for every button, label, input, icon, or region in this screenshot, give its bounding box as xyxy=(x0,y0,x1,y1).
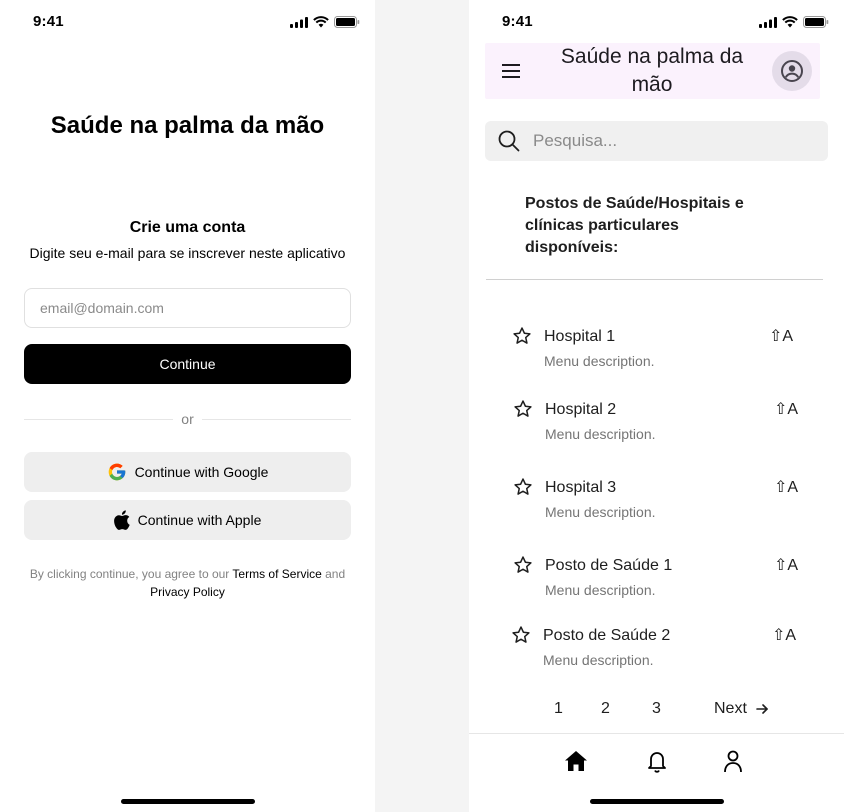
divider-line xyxy=(201,418,352,420)
divider-line xyxy=(24,418,174,420)
person-icon xyxy=(724,750,742,773)
list-item[interactable]: Posto de Saúde 2 Menu description. ⇧A xyxy=(469,625,844,681)
divider-text: or xyxy=(181,411,194,427)
item-description: Menu description. xyxy=(545,582,656,598)
item-title: Posto de Saúde 2 xyxy=(543,627,671,644)
item-description: Menu description. xyxy=(545,504,656,520)
account-avatar[interactable] xyxy=(772,51,812,91)
section-heading: Postos de Saúde/Hospitais e clínicas par… xyxy=(525,195,744,256)
pagination: 1 2 3 Next xyxy=(469,697,844,721)
item-title: Hospital 2 xyxy=(545,401,617,418)
privacy-policy-link[interactable]: Privacy Policy xyxy=(150,585,225,599)
list-item[interactable]: Hospital 1 Menu description. ⇧A xyxy=(469,326,844,382)
email-field[interactable] xyxy=(24,288,351,328)
continue-button[interactable]: Continue xyxy=(24,344,351,384)
signup-heading: Crie uma conta xyxy=(129,219,246,236)
item-shortcut: ⇧A xyxy=(774,479,799,496)
item-shortcut: ⇧A xyxy=(774,401,799,418)
battery-icon xyxy=(803,16,829,28)
section-divider xyxy=(486,279,823,280)
status-icons xyxy=(759,16,829,28)
page-2-link[interactable]: 2 xyxy=(601,697,610,721)
star-icon[interactable] xyxy=(513,477,533,497)
search-bar xyxy=(485,121,828,161)
continue-with-google-button[interactable]: Continue with Google xyxy=(24,452,351,492)
status-bar: 9:41 xyxy=(0,0,375,44)
signup-subtitle: Digite seu e-mail para se inscrever nest… xyxy=(29,245,346,261)
home-indicator xyxy=(121,799,255,804)
wifi-icon xyxy=(313,16,329,28)
status-time: 9:41 xyxy=(502,13,533,30)
item-description: Menu description. xyxy=(544,353,655,369)
item-description: Menu description. xyxy=(545,426,656,442)
app-title: Saúde na palma da mão xyxy=(50,112,325,139)
tab-home[interactable] xyxy=(561,746,591,776)
next-page-label: Next xyxy=(714,700,747,717)
tab-profile[interactable] xyxy=(718,746,748,776)
page-1-link[interactable]: 1 xyxy=(554,697,563,721)
next-page-button[interactable]: Next xyxy=(714,697,769,721)
wifi-icon xyxy=(782,16,798,28)
search-icon xyxy=(498,130,520,152)
star-icon[interactable] xyxy=(513,555,533,575)
terms-of-service-link[interactable]: Terms of Service xyxy=(232,567,321,581)
hamburger-menu-icon[interactable] xyxy=(501,61,523,81)
signup-screen: 9:41 Saúde na palma da mão Crie uma cont… xyxy=(0,0,375,812)
page-3-link[interactable]: 3 xyxy=(652,697,661,721)
top-app-bar: Saúde na palma da mão xyxy=(485,43,820,99)
cellular-signal-icon xyxy=(290,16,308,28)
google-logo-icon xyxy=(108,463,125,481)
item-title: Hospital 1 xyxy=(544,328,616,345)
status-time: 9:41 xyxy=(33,13,64,30)
home-icon xyxy=(565,751,587,771)
battery-icon xyxy=(334,16,360,28)
item-shortcut: ⇧A xyxy=(774,557,799,574)
star-icon[interactable] xyxy=(512,326,532,346)
apple-button-label: Continue with Apple xyxy=(137,512,262,528)
arrow-right-icon xyxy=(756,704,768,714)
terms-mid: and xyxy=(321,567,346,581)
list-item[interactable]: Hospital 2 Menu description. ⇧A xyxy=(469,399,844,455)
google-button-label: Continue with Google xyxy=(134,464,269,480)
item-shortcut: ⇧A xyxy=(769,328,794,345)
status-icons xyxy=(290,16,360,28)
item-shortcut: ⇧A xyxy=(772,627,797,644)
terms-text: By clicking continue, you agree to our T… xyxy=(16,565,359,601)
tab-notifications[interactable] xyxy=(642,746,672,776)
item-description: Menu description. xyxy=(543,652,654,668)
home-screen: 9:41 Saúde na palma da mão Postos de Saú… xyxy=(469,0,844,812)
item-title: Posto de Saúde 1 xyxy=(545,557,673,574)
terms-prefix: By clicking continue, you agree to our xyxy=(29,567,233,581)
home-indicator xyxy=(590,799,724,804)
cellular-signal-icon xyxy=(759,16,777,28)
account-circle-icon xyxy=(781,60,803,82)
star-icon[interactable] xyxy=(511,625,531,645)
list-item[interactable]: Posto de Saúde 1 Menu description. ⇧A xyxy=(469,555,844,611)
bell-icon xyxy=(648,752,666,773)
continue-with-apple-button[interactable]: Continue with Apple xyxy=(24,500,351,540)
or-divider: or xyxy=(24,410,352,428)
list-item[interactable]: Hospital 3 Menu description. ⇧A xyxy=(469,477,844,533)
status-bar: 9:41 xyxy=(469,0,844,44)
top-bar-title: Saúde na palma da mão xyxy=(560,45,744,96)
item-title: Hospital 3 xyxy=(545,479,617,496)
search-input[interactable] xyxy=(533,121,813,161)
apple-logo-icon xyxy=(113,510,130,530)
star-icon[interactable] xyxy=(513,399,533,419)
